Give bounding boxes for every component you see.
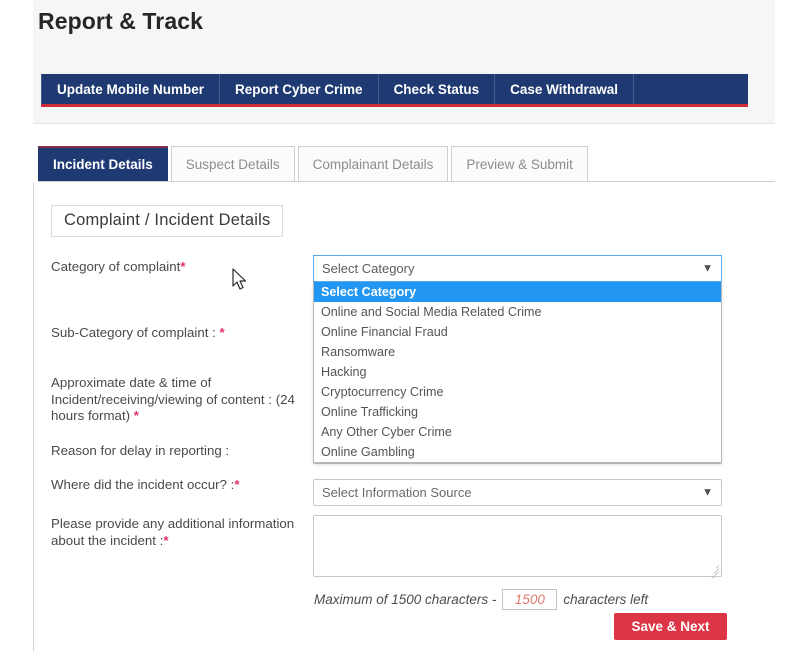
label-subcategory-text: Sub-Category of complaint : xyxy=(51,325,220,340)
page-title: Report & Track xyxy=(38,8,204,34)
required-asterisk-category: * xyxy=(180,259,186,274)
page-root: Report & Track Update Mobile Number Repo… xyxy=(0,0,786,651)
information-source-select[interactable]: Select Information Source ▼ xyxy=(313,479,722,506)
tab-suspect-details[interactable]: Suspect Details xyxy=(170,146,295,181)
tab-complainant-details[interactable]: Complainant Details xyxy=(297,146,449,181)
required-asterisk-additional: * xyxy=(163,532,169,548)
information-source-value: Select Information Source xyxy=(322,485,472,500)
label-additional-text: Please provide any additional informatio… xyxy=(51,516,295,548)
label-reason-for-delay: Reason for delay in reporting : xyxy=(51,443,230,458)
chevron-down-icon: ▼ xyxy=(702,262,713,274)
category-option-list[interactable]: Select Category Online and Social Media … xyxy=(313,282,722,463)
required-asterisk-where: * xyxy=(234,477,240,492)
tab-incident-details[interactable]: Incident Details xyxy=(38,146,168,181)
label-category-of-complaint: Category of complaint* xyxy=(51,259,311,276)
nav-item-report-cyber-crime[interactable]: Report Cyber Crime xyxy=(220,74,379,104)
category-option-any-other-cyber-crime[interactable]: Any Other Cyber Crime xyxy=(314,422,721,442)
label-category-text: Category of complaint xyxy=(51,259,181,274)
counter-suffix-text: characters left xyxy=(563,592,649,607)
category-option-online-social-media[interactable]: Online and Social Media Related Crime xyxy=(314,302,721,322)
label-additional-information: Please provide any additional informatio… xyxy=(51,516,301,549)
nav-item-case-withdrawal[interactable]: Case Withdrawal xyxy=(495,74,635,104)
category-option-online-financial-fraud[interactable]: Online Financial Fraud xyxy=(314,322,721,342)
nav-item-check-status[interactable]: Check Status xyxy=(379,74,496,104)
main-navbar: Update Mobile Number Report Cyber Crime … xyxy=(41,74,748,107)
label-sub-category-of-complaint: Sub-Category of complaint : * xyxy=(51,325,311,342)
category-of-complaint-select[interactable]: Select Category ▼ Select Category Online… xyxy=(313,255,722,463)
category-option-online-trafficking[interactable]: Online Trafficking xyxy=(314,402,721,422)
category-select-value: Select Category xyxy=(322,261,415,276)
tab-preview-submit[interactable]: Preview & Submit xyxy=(451,146,588,181)
counter-prefix-text: Maximum of 1500 characters - xyxy=(314,592,497,607)
label-where-text: Where did the incident occur? : xyxy=(51,477,235,492)
category-select-box[interactable]: Select Category ▼ xyxy=(313,255,722,282)
category-option-cryptocurrency-crime[interactable]: Cryptocurrency Crime xyxy=(314,382,721,402)
category-option-online-gambling[interactable]: Online Gambling xyxy=(314,442,721,462)
nav-item-update-mobile-number[interactable]: Update Mobile Number xyxy=(41,74,221,104)
category-option-hacking[interactable]: Hacking xyxy=(314,362,721,382)
resize-grip-icon[interactable] xyxy=(707,563,720,579)
save-and-next-button[interactable]: Save & Next xyxy=(614,613,727,640)
label-where-did-incident-occur: Where did the incident occur? :* xyxy=(51,477,321,494)
category-option-select-category[interactable]: Select Category xyxy=(314,282,721,302)
characters-left-value: 1500 xyxy=(502,589,558,610)
tab-bar: Incident Details Suspect Details Complai… xyxy=(38,146,775,182)
section-heading-complaint-incident-details: Complaint / Incident Details xyxy=(51,205,284,237)
chevron-down-icon: ▼ xyxy=(702,486,713,498)
character-counter: Maximum of 1500 characters - 1500 charac… xyxy=(314,589,648,610)
additional-information-textarea[interactable] xyxy=(313,515,722,579)
label-datetime-text: Approximate date & time of Incident/rece… xyxy=(51,375,295,423)
required-asterisk-datetime: * xyxy=(133,408,139,423)
incident-details-panel: Complaint / Incident Details Category of… xyxy=(33,182,775,651)
category-option-ransomware[interactable]: Ransomware xyxy=(314,342,721,362)
required-asterisk-subcategory: * xyxy=(219,325,225,340)
label-approximate-date-time: Approximate date & time of Incident/rece… xyxy=(51,375,301,425)
